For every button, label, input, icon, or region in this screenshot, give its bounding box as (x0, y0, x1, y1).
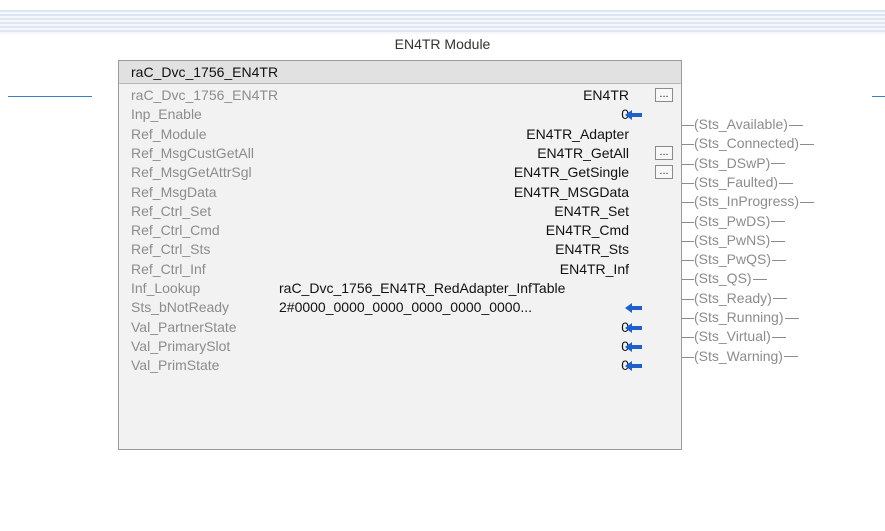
output-wire (682, 240, 694, 242)
output-wire (682, 279, 694, 281)
output-pin[interactable]: (Sts_Available) (682, 116, 882, 134)
parameter-row[interactable]: raC_Dvc_1756_EN4TR EN4TR... (119, 87, 681, 105)
browse-ellipsis-button[interactable]: ... (655, 88, 673, 102)
parameter-row[interactable]: Ref_Ctrl_Sts EN4TR_Sts (119, 241, 681, 259)
output-wire (682, 125, 694, 126)
parameter-name: Sts_bNotReady (131, 299, 230, 316)
output-wire (682, 260, 694, 262)
power-rail-left (8, 96, 92, 97)
parameter-name: Ref_Ctrl_Cmd (131, 222, 220, 239)
output-label: (Sts_PwDS) (694, 213, 786, 229)
parameter-name: Ref_Ctrl_Inf (131, 260, 206, 277)
output-wire (682, 298, 694, 300)
output-label: (Sts_Faulted) (694, 174, 794, 190)
output-label: (Sts_Running) (694, 309, 799, 325)
output-pin[interactable]: (Sts_Warning) (682, 348, 882, 366)
parameter-row[interactable]: Inf_Lookup raC_Dvc_1756_EN4TR_RedAdapter_… (119, 280, 681, 298)
left-arrow-icon (625, 303, 642, 314)
parameter-value[interactable]: raC_Dvc_1756_EN4TR_RedAdapter_InfTable (279, 280, 565, 296)
output-label: (Sts_Virtual) (694, 328, 786, 344)
output-pin[interactable]: (Sts_PwQS) (682, 251, 882, 269)
output-wire (682, 221, 694, 223)
parameter-value[interactable]: 2#0000_0000_0000_0000_0000_0000... (279, 299, 532, 315)
parameter-row[interactable]: Ref_Ctrl_Inf EN4TR_Inf (119, 261, 681, 279)
parameter-value[interactable]: EN4TR_GetSingle (514, 164, 629, 180)
parameter-name: Ref_Ctrl_Sts (131, 241, 211, 258)
parameter-row[interactable]: Val_PrimarySlot 0 (119, 338, 681, 356)
parameter-name: Val_PartnerState (131, 318, 237, 335)
output-label: (Sts_PwQS) (694, 251, 787, 267)
aoi-block-title: raC_Dvc_1756_EN4TR (131, 64, 279, 80)
output-label: (Sts_QS) (694, 270, 767, 286)
parameter-row[interactable]: Ref_MsgGetAttrSgl EN4TR_GetSingle... (119, 164, 681, 182)
parameter-name: Ref_Ctrl_Set (131, 202, 212, 219)
parameter-value[interactable]: EN4TR_Adapter (526, 126, 629, 142)
output-label: (Sts_PwNS) (694, 232, 786, 248)
left-arrow-icon (625, 110, 642, 121)
browse-ellipsis-button[interactable]: ... (655, 145, 673, 160)
parameter-value[interactable]: EN4TR (583, 87, 629, 103)
output-label: (Sts_Ready) (694, 290, 787, 306)
output-pin[interactable]: (Sts_PwNS) (682, 232, 882, 250)
left-arrow-icon (625, 341, 642, 352)
parameter-name: Inf_Lookup (131, 280, 201, 296)
output-wire (682, 182, 694, 184)
output-pin[interactable]: (Sts_DSwP) (682, 155, 882, 173)
parameter-value[interactable]: EN4TR_GetAll (537, 145, 629, 161)
output-pin[interactable]: (Sts_InProgress) (682, 193, 882, 211)
output-wire (682, 202, 694, 204)
parameter-row[interactable]: Val_PartnerState 0 (119, 319, 681, 337)
output-pin[interactable]: (Sts_Faulted) (682, 174, 882, 192)
parameter-row[interactable]: Inp_Enable 0 (119, 106, 681, 124)
parameter-name: Inp_Enable (131, 106, 202, 123)
parameter-name: Val_PrimarySlot (131, 337, 231, 354)
parameter-row[interactable]: Sts_bNotReady 2#0000_0000_0000_0000_0000_… (119, 299, 681, 317)
output-pin[interactable]: (Sts_Running) (682, 309, 882, 327)
output-pin[interactable]: (Sts_Connected) (682, 135, 882, 153)
parameter-row[interactable]: Ref_Ctrl_Set EN4TR_Set (119, 203, 681, 221)
output-wire (682, 144, 694, 146)
parameter-value[interactable]: EN4TR_MSGData (514, 184, 629, 200)
output-label: (Sts_Available) (694, 116, 803, 132)
parameter-value[interactable]: EN4TR_Inf (560, 261, 629, 277)
parameter-value[interactable]: EN4TR_Sts (555, 241, 629, 257)
output-label: (Sts_InProgress) (694, 193, 815, 209)
output-wire (682, 356, 694, 358)
output-label: (Sts_DSwP) (694, 155, 786, 171)
rung-title: EN4TR Module (394, 36, 491, 52)
output-pin[interactable]: (Sts_QS) (682, 270, 882, 288)
aoi-block-header[interactable]: raC_Dvc_1756_EN4TR (119, 61, 681, 84)
parameter-name: raC_Dvc_1756_EN4TR (131, 87, 279, 103)
browse-ellipsis-button[interactable]: ... (655, 165, 673, 180)
aoi-block[interactable]: raC_Dvc_1756_EN4TR raC_Dvc_1756_EN4TR EN4… (118, 60, 682, 450)
parameter-row[interactable]: Ref_MsgCustGetAll EN4TR_GetAll... (119, 145, 681, 163)
output-pin[interactable]: (Sts_Ready) (682, 290, 882, 308)
output-label: (Sts_Connected) (694, 135, 815, 151)
parameter-name: Val_PrimState (131, 357, 220, 374)
parameter-row[interactable]: Val_PrimState 0 (119, 357, 681, 375)
power-rail-right (872, 96, 885, 97)
parameter-row[interactable]: Ref_Ctrl_Cmd EN4TR_Cmd (119, 222, 681, 240)
output-pin[interactable]: (Sts_Virtual) (682, 328, 882, 346)
parameter-name: Ref_MsgCustGetAll (131, 144, 254, 161)
output-wire (682, 337, 694, 339)
parameter-name: Ref_MsgData (131, 183, 217, 200)
parameter-value[interactable]: EN4TR_Set (554, 203, 629, 219)
left-arrow-icon (625, 361, 642, 372)
output-label: (Sts_Warning) (694, 348, 798, 364)
output-pin[interactable]: (Sts_PwDS) (682, 213, 882, 231)
output-wire (682, 318, 694, 319)
parameter-name: Ref_MsgGetAttrSgl (131, 164, 252, 181)
toolbar-strip (0, 10, 885, 34)
parameter-row[interactable]: Ref_Module EN4TR_Adapter (119, 126, 681, 144)
parameter-row[interactable]: Ref_MsgData EN4TR_MSGData (119, 184, 681, 202)
output-wire (682, 163, 694, 165)
parameter-value[interactable]: EN4TR_Cmd (546, 222, 629, 238)
parameter-name: Ref_Module (131, 125, 207, 142)
left-arrow-icon (625, 322, 642, 333)
